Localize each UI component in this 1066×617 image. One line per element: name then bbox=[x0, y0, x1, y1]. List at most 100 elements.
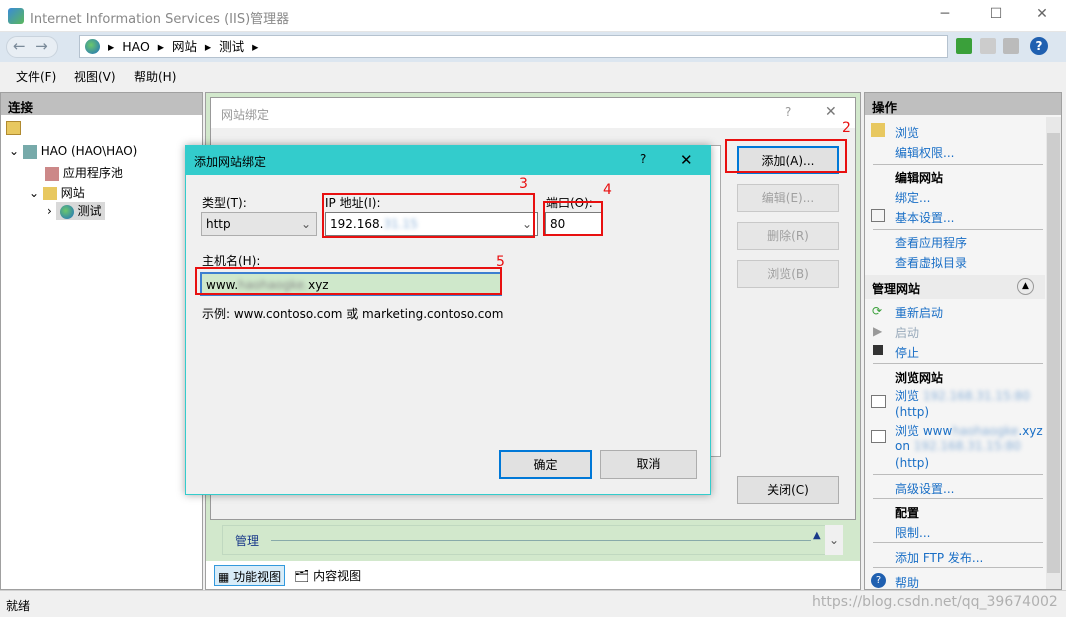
refresh-icon[interactable] bbox=[956, 38, 972, 54]
browse-binding-button[interactable]: 浏览(B) bbox=[737, 260, 839, 288]
sep: ▸ bbox=[107, 39, 115, 54]
view-tabs: ▦ 功能视图 🗂 内容视图 bbox=[206, 561, 860, 589]
close-dialog-button[interactable]: 关闭(C) bbox=[737, 476, 839, 504]
cancel-button[interactable]: 取消 bbox=[600, 450, 697, 479]
minimize-button[interactable]: ─ bbox=[935, 6, 955, 22]
annotation-box bbox=[322, 193, 535, 238]
label: 浏览 www bbox=[895, 424, 953, 438]
title-bar: Internet Information Services (IIS)管理器 ─… bbox=[0, 0, 1066, 32]
manage-site-header: 管理网站 ▲ bbox=[865, 275, 1045, 299]
action-limits[interactable]: 限制... bbox=[895, 524, 930, 541]
home-icon[interactable] bbox=[1003, 38, 1019, 54]
label: 网站 bbox=[60, 186, 85, 200]
action-help[interactable]: 帮助 bbox=[895, 574, 919, 591]
label: HAO (HAO\HAO) bbox=[40, 144, 138, 158]
action-advanced-settings[interactable]: 高级设置... bbox=[895, 480, 954, 497]
actions-pane: 操作 浏览 编辑权限... 编辑网站 绑定... 基本设置... 查看应用程序 … bbox=[864, 92, 1062, 590]
connections-pane: 连接 ⌄ HAO (HAO\HAO) 应用程序池 ⌄ 网站 › 测试 bbox=[0, 92, 203, 590]
menu-view[interactable]: 视图(V) bbox=[74, 68, 116, 85]
section-edit-site: 编辑网站 bbox=[895, 171, 944, 185]
tree-item-site-test[interactable]: › 测试 bbox=[47, 202, 106, 220]
action-browse-host-on[interactable]: on 192.168.31.15:80 bbox=[895, 439, 1021, 453]
action-view-virtual-dirs[interactable]: 查看虚拟目录 bbox=[895, 254, 967, 271]
server-icon bbox=[22, 144, 37, 159]
label: 测试 bbox=[77, 204, 102, 218]
annotation-number: 3 bbox=[519, 176, 528, 192]
connect-icon[interactable] bbox=[6, 121, 21, 135]
crumb[interactable]: 网站 bbox=[172, 39, 197, 54]
folder-icon bbox=[42, 187, 57, 200]
dialog-titlebar: 添加网站绑定 ? ✕ bbox=[186, 146, 710, 175]
action-start[interactable]: 启动 bbox=[895, 324, 919, 341]
maximize-button[interactable]: ☐ bbox=[986, 6, 1006, 22]
scrollbar[interactable] bbox=[1046, 117, 1061, 589]
action-basic-settings[interactable]: 基本设置... bbox=[895, 209, 954, 226]
menu-file[interactable]: 文件(F) bbox=[16, 68, 56, 85]
label: 内容视图 bbox=[313, 569, 362, 583]
action-bindings[interactable]: 绑定... bbox=[895, 189, 930, 206]
action-browse-host-protocol[interactable]: (http) bbox=[895, 456, 929, 470]
crumb[interactable]: 测试 bbox=[219, 39, 244, 54]
close-button[interactable]: ✕ bbox=[1032, 6, 1052, 22]
status-bar: 就绪 https://blog.csdn.net/qq_39674002 bbox=[0, 590, 1066, 617]
stop-icon[interactable] bbox=[980, 38, 996, 54]
close-button[interactable]: ✕ bbox=[825, 104, 837, 120]
tab-content-view[interactable]: 🗂 内容视图 bbox=[294, 567, 361, 584]
chevron-down-icon: ⌄ bbox=[300, 217, 311, 231]
window-title: Internet Information Services (IIS)管理器 bbox=[30, 12, 290, 27]
tree-item-server[interactable]: ⌄ HAO (HAO\HAO) bbox=[9, 144, 137, 159]
blurred-value: haohaogke bbox=[952, 424, 1019, 438]
status-text: 就绪 bbox=[6, 599, 31, 613]
globe-icon bbox=[59, 204, 74, 219]
ok-button[interactable]: 确定 bbox=[499, 450, 592, 479]
close-button[interactable]: ✕ bbox=[680, 151, 693, 169]
type-label: 类型(T): bbox=[202, 196, 247, 210]
edit-binding-button[interactable]: 编辑(E)... bbox=[737, 184, 839, 212]
tree-item-app-pools[interactable]: 应用程序池 bbox=[45, 164, 123, 181]
label: on bbox=[895, 439, 910, 453]
tree-item-sites[interactable]: ⌄ 网站 bbox=[29, 184, 85, 201]
action-edit-permissions[interactable]: 编辑权限... bbox=[895, 144, 954, 161]
action-add-ftp[interactable]: 添加 FTP 发布... bbox=[895, 549, 983, 566]
annotation-number: 5 bbox=[496, 254, 505, 270]
section-configure: 配置 bbox=[895, 506, 920, 520]
label: 应用程序池 bbox=[62, 166, 123, 180]
remove-binding-button[interactable]: 删除(R) bbox=[737, 222, 839, 250]
connections-title: 连接 bbox=[1, 93, 202, 115]
actions-title: 操作 bbox=[865, 93, 1061, 115]
type-select[interactable]: http ⌄ bbox=[201, 212, 317, 236]
label: .xyz bbox=[1018, 424, 1043, 438]
help-button[interactable]: ? bbox=[785, 105, 791, 119]
annotation-box bbox=[195, 267, 502, 295]
action-view-applications[interactable]: 查看应用程序 bbox=[895, 234, 967, 251]
tab-feature-view[interactable]: ▦ 功能视图 bbox=[214, 565, 286, 586]
stop-icon bbox=[873, 345, 883, 355]
scroll-down-icon[interactable]: ⌄ bbox=[825, 525, 843, 555]
collapse-icon[interactable]: ▲ bbox=[813, 530, 821, 541]
settings-icon bbox=[871, 209, 885, 222]
action-stop[interactable]: 停止 bbox=[895, 344, 919, 361]
annotation-number: 4 bbox=[603, 182, 612, 198]
back-forward-buttons[interactable]: ← → bbox=[6, 36, 58, 58]
action-browse-host[interactable]: 浏览 wwwhaohaogke.xyz bbox=[895, 422, 1043, 439]
restart-icon: ⟳ bbox=[872, 304, 883, 318]
browser-icon bbox=[871, 430, 886, 443]
address-bar[interactable]: ▸ HAO ▸ 网站 ▸ 测试 ▸ bbox=[79, 35, 948, 58]
action-browse[interactable]: 浏览 bbox=[895, 124, 919, 141]
action-browse-ip-protocol[interactable]: (http) bbox=[895, 405, 929, 419]
menu-bar: 文件(F) 视图(V) 帮助(H) bbox=[0, 62, 1066, 88]
crumb[interactable]: HAO bbox=[122, 39, 150, 54]
globe-icon bbox=[85, 39, 100, 54]
annotation-box bbox=[543, 201, 603, 236]
help-icon[interactable]: ? bbox=[1030, 37, 1048, 55]
address-row: ← → ▸ HAO ▸ 网站 ▸ 测试 ▸ ? bbox=[0, 32, 1066, 62]
action-browse-ip[interactable]: 浏览 192.168.31.15:80 bbox=[895, 387, 1030, 404]
menu-help[interactable]: 帮助(H) bbox=[134, 68, 176, 85]
manage-group-header[interactable]: 管理 ▲ bbox=[222, 525, 832, 555]
value: http bbox=[206, 217, 231, 231]
help-button[interactable]: ? bbox=[640, 152, 646, 166]
watermark: https://blog.csdn.net/qq_39674002 bbox=[812, 594, 1058, 610]
collapse-icon[interactable]: ▲ bbox=[1017, 278, 1034, 295]
action-restart[interactable]: 重新启动 bbox=[895, 304, 943, 321]
manage-group-label: 管理 bbox=[235, 534, 260, 548]
